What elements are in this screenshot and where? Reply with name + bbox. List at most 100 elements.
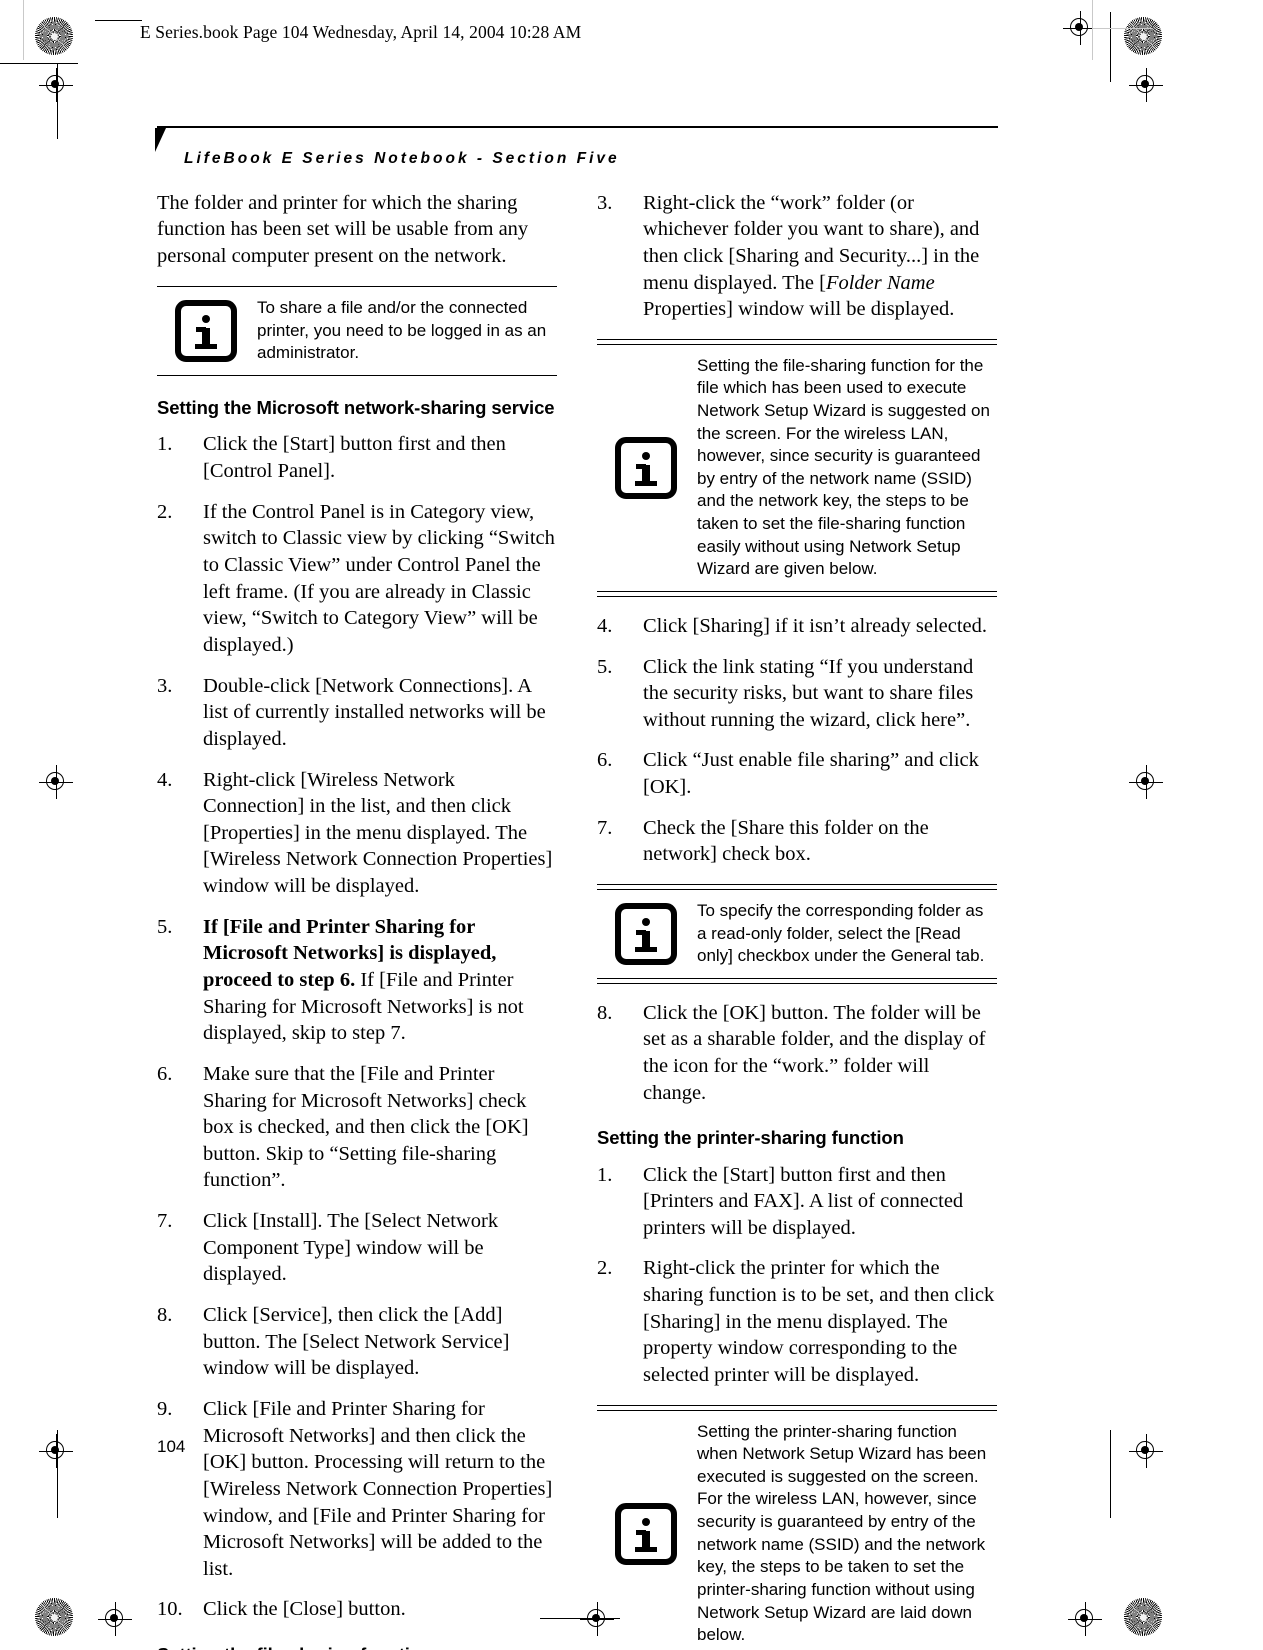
registration-rosette-top-left: [35, 17, 73, 55]
step-number: 9.: [157, 1397, 173, 1420]
step-number: 2.: [597, 1257, 613, 1280]
note-box-printer-sharing-wizard: Setting the printer-sharing function whe…: [597, 1404, 997, 1650]
registration-target-left-lower: [39, 1434, 73, 1468]
step-number: 6.: [157, 1062, 173, 1085]
list-item: 9. Click [File and Printer Sharing for M…: [157, 1396, 557, 1582]
registration-target-bottom-right: [1068, 1602, 1102, 1636]
step-text: Click [Install]. The [Select Network Com…: [203, 1210, 499, 1286]
note-box-network-setup-wizard: Setting the file-sharing function for th…: [597, 338, 997, 597]
list-item: 5. If [File and Printer Sharing for Micr…: [157, 914, 557, 1047]
step-text: If the Control Panel is in Category view…: [203, 500, 555, 656]
note-text: To share a file and/or the connected pri…: [257, 298, 547, 363]
heading-file-sharing-function: Setting the file-sharing function: [157, 1643, 557, 1650]
list-item: 4. Right-click [Wireless Network Connect…: [157, 767, 557, 900]
file-header-rule: [95, 20, 142, 22]
list-item: 8. Click the [OK] button. The folder wil…: [597, 1000, 997, 1107]
step-number: 4.: [597, 614, 613, 637]
page-number: 104: [157, 1437, 186, 1456]
step-number: 8.: [597, 1001, 613, 1024]
crop-mark-bottom-left-vertical: [57, 1430, 59, 1518]
list-item: 3. Right-click the “work” folder (or whi…: [597, 190, 997, 323]
list-item: 2. Right-click the printer for which the…: [597, 1255, 997, 1388]
step-number: 4.: [157, 768, 173, 791]
right-column: 3. Right-click the “work” folder (or whi…: [597, 190, 997, 1650]
note-text: Setting the file-sharing function for th…: [697, 355, 990, 579]
step-number: 7.: [597, 816, 613, 839]
note-bottom-rule: [157, 374, 557, 377]
step-number: 1.: [597, 1163, 613, 1186]
heading-printer-sharing-function: Setting the printer-sharing function: [597, 1127, 904, 1149]
step-text-after: Properties] window will be displayed.: [643, 298, 955, 321]
step-text: Right-click the “work” folder (or whiche…: [643, 190, 997, 323]
crop-mark-bottom-right-vertical: [1110, 1430, 1112, 1518]
left-column: The folder and printer for which the sha…: [157, 190, 557, 1650]
intro-paragraph: The folder and printer for which the sha…: [157, 191, 529, 267]
list-item: 2. If the Control Panel is in Category v…: [157, 499, 557, 659]
registration-target-right-lower: [1129, 1434, 1163, 1468]
layout-guide-top: [1092, 28, 1152, 29]
step-text: Right-click [Wireless Network Connection…: [203, 768, 553, 898]
step-number: 2.: [157, 500, 173, 523]
step-number: 3.: [597, 191, 613, 214]
crop-mark-top-left-vertical: [57, 63, 59, 139]
list-item: 8. Click [Service], then click the [Add]…: [157, 1302, 557, 1382]
step-text: Click “Just enable file sharing” and cli…: [643, 749, 979, 799]
note-bottom-rule: [597, 590, 997, 597]
step-text: Double-click [Network Connections]. A li…: [203, 674, 546, 750]
step-number: 1.: [157, 433, 173, 456]
step-text: Click the link stating “If you understan…: [643, 655, 974, 731]
content-area: LifeBook E Series Notebook - Section Fiv…: [155, 126, 998, 1650]
registration-target-left-middle: [39, 765, 73, 799]
document-page: E Series.book Page 104 Wednesday, April …: [0, 0, 1263, 1650]
step-text-italic: Folder Name: [825, 271, 935, 294]
step-text: Click [File and Printer Sharing for Micr…: [203, 1397, 553, 1580]
crop-mark-top-right-vertical: [1110, 12, 1112, 82]
list-item: 5. Click the link stating “If you unders…: [597, 654, 997, 734]
note-box-administrator: To share a file and/or the connected pri…: [157, 285, 557, 377]
note-box-read-only: To specify the corresponding folder as a…: [597, 884, 997, 984]
step-text: Click [Service], then click the [Add] bu…: [203, 1304, 510, 1380]
section-flag-icon: [155, 127, 166, 152]
info-icon: [615, 902, 677, 965]
registration-target-right-middle: [1129, 765, 1163, 799]
list-item: 7. Click [Install]. The [Select Network …: [157, 1208, 557, 1288]
layout-guide-right: [1092, 0, 1093, 60]
print-file-header: E Series.book Page 104 Wednesday, April …: [140, 22, 582, 42]
step-text: Click the [Close] button.: [203, 1598, 406, 1621]
step-text: Right-click the printer for which the sh…: [643, 1257, 995, 1387]
section-title: LifeBook E Series Notebook - Section Fiv…: [184, 149, 620, 167]
step-text: Click the [Start] button first and then …: [643, 1163, 964, 1239]
heading-microsoft-network-sharing: Setting the Microsoft network-sharing se…: [157, 397, 555, 419]
note-text: To specify the corresponding folder as a…: [697, 901, 985, 966]
step-text: Click the [Start] button first and then …: [203, 433, 506, 483]
crop-mark-top-left-horizontal: [0, 63, 78, 65]
list-item: 3. Double-click [Network Connections]. A…: [157, 673, 557, 753]
layout-guide-left: [23, 0, 24, 60]
list-item: 6. Make sure that the [File and Printer …: [157, 1061, 557, 1194]
step-text: Click [Sharing] if it isn’t already sele…: [643, 614, 988, 637]
section-header: LifeBook E Series Notebook - Section Fiv…: [155, 127, 998, 168]
list-item: 7. Check the [Share this folder on the n…: [597, 815, 997, 868]
registration-rosette-top-right: [1124, 17, 1162, 55]
two-column-layout: The folder and printer for which the sha…: [157, 190, 998, 1650]
registration-target-right-upper: [1129, 68, 1163, 102]
list-item: 6. Click “Just enable file sharing” and …: [597, 747, 997, 800]
step-number: 7.: [157, 1210, 173, 1233]
note-text: Setting the printer-sharing function whe…: [697, 1421, 987, 1645]
step-text: If [File and Printer Sharing for Microso…: [203, 914, 557, 1047]
registration-target-bottom-left: [98, 1602, 132, 1636]
step-number: 5.: [597, 655, 613, 678]
step-number: 6.: [597, 749, 613, 772]
registration-target-left-upper: [39, 68, 73, 102]
info-icon: [175, 299, 237, 362]
step-number: 8.: [157, 1304, 173, 1327]
step-number: 5.: [157, 915, 173, 938]
step-text: Check the [Share this folder on the netw…: [643, 816, 929, 866]
list-item: 1. Click the [Start] button first and th…: [597, 1162, 997, 1242]
info-icon: [615, 1502, 677, 1565]
info-icon: [615, 436, 677, 499]
list-item: 1. Click the [Start] button first and th…: [157, 431, 557, 484]
step-number: 10.: [157, 1598, 183, 1621]
list-item: 10. Click the [Close] button.: [157, 1596, 557, 1623]
registration-rosette-bottom-left: [35, 1598, 73, 1636]
